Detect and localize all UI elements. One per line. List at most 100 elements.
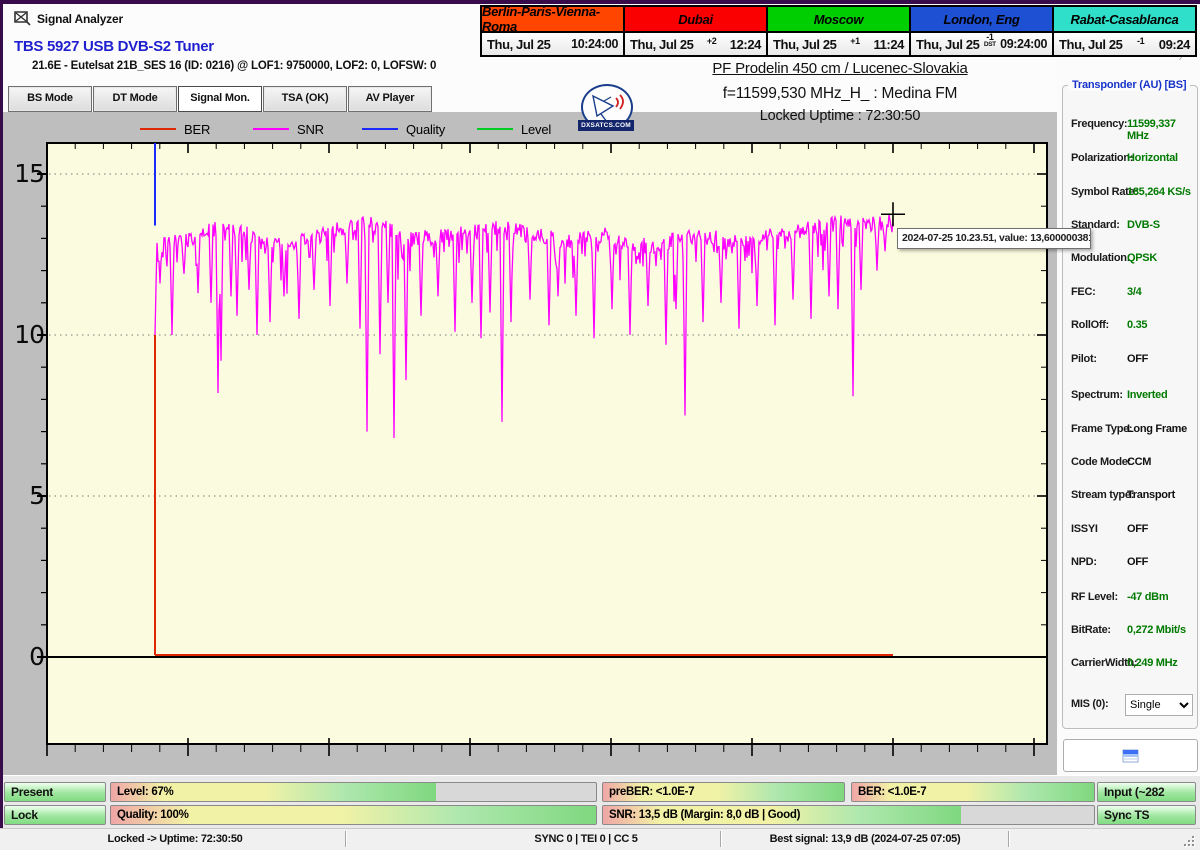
clock-time: 09:24:00 (1000, 37, 1047, 51)
transponder-value: Horizontal (1127, 152, 1178, 164)
transponder-value: DVB-S (1127, 219, 1160, 231)
clock-date: Thu, Jul 25 (916, 37, 980, 52)
transponder-label: Frequency: (1071, 118, 1127, 130)
app-icon (13, 10, 31, 26)
frequency-service-title: f=11599,530 MHz_H_ : Medina FM (640, 85, 1040, 103)
signal-chart[interactable] (3, 112, 1057, 775)
tab-av-player[interactable]: AV Player (348, 86, 432, 112)
clock-utc-offset: -1DST (980, 33, 1001, 49)
progress-label: BER: <1.0E-7 (858, 783, 926, 802)
tab-tsa-ok-[interactable]: TSA (OK) (263, 86, 347, 112)
transponder-value: -47 dBm (1127, 591, 1168, 603)
transponder-groupbox: Frequency:11599,337 MHz Polarization:Hori… (1062, 85, 1198, 729)
statusbar-separator (720, 831, 721, 847)
transponder-label: Pilot: (1071, 353, 1097, 365)
badge-lock: Lock (4, 805, 106, 825)
clock-time-cell: Thu, Jul 25 -1 09:24 (1054, 33, 1195, 55)
clock-date: Thu, Jul 25 (773, 37, 837, 52)
offset-value: +2 (707, 37, 716, 46)
transponder-label: FEC: (1071, 286, 1095, 298)
progress-label: Level: 67% (117, 783, 173, 802)
transponder-value: Inverted (1127, 389, 1167, 401)
mis-label: MIS (0): (1071, 698, 1108, 710)
transponder-value: 0.35 (1127, 319, 1147, 331)
mis-select[interactable]: Single (1125, 694, 1193, 716)
clock-city-header: London, Eng (911, 7, 1052, 31)
transponder-value: 3/4 (1127, 286, 1141, 298)
progress-label: preBER: <1.0E-7 (609, 783, 694, 802)
transponder-label: Frame Type: (1071, 423, 1132, 435)
transponder-value: 11599,337 MHz (1127, 118, 1197, 142)
clock-time-cell: Thu, Jul 25 10:24:00 (482, 33, 623, 55)
tuner-name: TBS 5927 USB DVB-S2 Tuner (14, 38, 214, 55)
clock-time: 10:24:00 (571, 37, 618, 51)
transponder-label: Polarization: (1071, 152, 1133, 164)
progress-bar-quality: Quality: 100% (110, 805, 597, 825)
clock-city-header: Rabat-Casablanca (1054, 7, 1195, 31)
transponder-value: 0,249 MHz (1127, 657, 1178, 669)
statusbar-section-1: SYNC 0 | TEI 0 | CC 5 (534, 833, 637, 845)
progress-bar-level: Level: 67% (110, 782, 597, 802)
tab-dt-mode[interactable]: DT Mode (93, 86, 177, 112)
transponder-value: 185,264 KS/s (1127, 186, 1191, 198)
transponder-value: OFF (1127, 523, 1148, 535)
dst-flag: DST (984, 42, 996, 49)
tuner-details: 21.6E - Eutelsat 21B_SES 16 (ID: 0216) @… (32, 60, 436, 72)
transponder-value: 0,272 Mbit/s (1127, 624, 1186, 636)
statusbar-section-2: Best signal: 13,9 dB (2024-07-25 07:05) (770, 833, 961, 845)
chart-tooltip: 2024-07-25 10.23.51, value: 13,600000381… (897, 228, 1091, 249)
progress-bar-preber: preBER: <1.0E-7 (602, 782, 845, 802)
stream-list-button[interactable] (1063, 739, 1198, 772)
transponder-label: Stream type: (1071, 489, 1134, 501)
progress-label: Quality: 100% (117, 806, 189, 825)
offset-value: -1 (1137, 37, 1144, 46)
dish-location-title: PF Prodelin 450 cm / Lucenec-Slovakia (640, 60, 1040, 77)
progress-label: SNR: 13,5 dB (Margin: 8,0 dB | Good) (609, 806, 800, 825)
statusbar-section-0: Locked -> Uptime: 72:30:50 (108, 833, 243, 845)
resize-grip[interactable] (1184, 836, 1196, 848)
statusbar-separator (345, 831, 346, 847)
transponder-label: NPD: (1071, 556, 1097, 568)
statusbar-separator (1008, 831, 1009, 847)
progress-bar-snr: SNR: 13,5 dB (Margin: 8,0 dB | Good) (602, 805, 1095, 825)
world-clocks: Berlin-Paris-Vienna-RomaDubaiMoscowLondo… (480, 5, 1197, 57)
clock-city-header: Dubai (625, 7, 766, 31)
tab-bs-mode[interactable]: BS Mode (8, 86, 92, 112)
tab-signal-mon-[interactable]: Signal Mon. (178, 86, 262, 112)
progress-bar-ber: BER: <1.0E-7 (851, 782, 1095, 802)
transponder-title: Transponder (AU) [BS] (1068, 79, 1190, 91)
transponder-value: OFF (1127, 353, 1148, 365)
clock-utc-offset: +2 (694, 37, 730, 46)
transponder-label: Modulation: (1071, 252, 1130, 264)
clock-time-cell: Thu, Jul 25 +2 12:24 (625, 33, 766, 55)
window-title: Signal Analyzer (37, 12, 123, 26)
badge-input: Input (~282 Kbps) (1097, 782, 1196, 802)
transponder-label: BitRate: (1071, 624, 1111, 636)
transponder-value: Transport (1127, 489, 1175, 501)
clock-city-header: Berlin-Paris-Vienna-Roma (482, 7, 623, 31)
clock-date: Thu, Jul 25 (487, 37, 551, 52)
clock-city-header: Moscow (768, 7, 909, 31)
badge-present: Present (4, 782, 106, 802)
transponder-value: Long Frame (1127, 423, 1187, 435)
clock-date: Thu, Jul 25 (630, 37, 694, 52)
list-icon (1122, 749, 1139, 763)
transponder-label: Spectrum: (1071, 389, 1123, 401)
clock-time: 09:24 (1159, 37, 1190, 52)
offset-value: +1 (850, 37, 859, 46)
transponder-label: RollOff: (1071, 319, 1109, 331)
transponder-value: OFF (1127, 556, 1148, 568)
clock-date: Thu, Jul 25 (1059, 37, 1123, 52)
clock-time: 12:24 (730, 37, 761, 52)
transponder-label: Code Mode: (1071, 456, 1131, 468)
clock-time-cell: Thu, Jul 25 +1 11:24 (768, 33, 909, 55)
transponder-label: ISSYI (1071, 523, 1098, 535)
badge-sync-ts: Sync TS (1097, 805, 1196, 825)
status-bars-area: Present Lock Input (~282 Kbps) Sync TS Level… (3, 775, 1200, 829)
transponder-value: CCM (1127, 456, 1151, 468)
transponder-value: QPSK (1127, 252, 1157, 264)
clock-time-cell: Thu, Jul 25-1DST09:24:00 (911, 33, 1052, 55)
signal-analyzer-window: Signal Analyzer TBS 5927 USB DVB-S2 Tune… (0, 0, 1200, 850)
clock-time: 11:24 (873, 37, 904, 52)
transponder-label: RF Level: (1071, 591, 1118, 603)
